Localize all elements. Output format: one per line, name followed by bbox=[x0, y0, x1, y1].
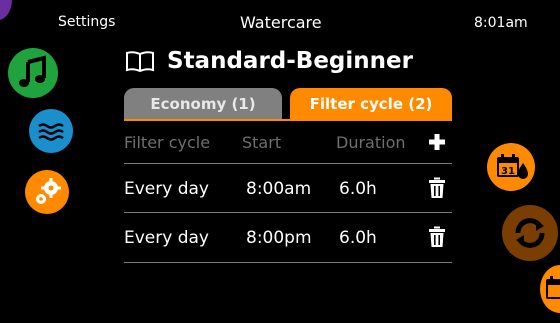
calendar-button[interactable]: 31 bbox=[487, 143, 535, 191]
calendar-drop-icon: 31 bbox=[497, 154, 528, 179]
cycle-button[interactable] bbox=[502, 205, 558, 261]
book-icon bbox=[126, 51, 154, 72]
divider bbox=[124, 163, 452, 164]
add-cycle-button[interactable] bbox=[427, 132, 447, 152]
program-title: Standard-Beginner bbox=[125, 46, 413, 76]
water-waves-icon bbox=[38, 123, 64, 141]
header-start: Start bbox=[242, 133, 282, 152]
tab-filter-cycle[interactable]: Filter cycle (2) bbox=[290, 88, 452, 120]
row-duration: 6.0h bbox=[339, 228, 377, 248]
tab-underline bbox=[124, 119, 452, 121]
header-duration: Duration bbox=[336, 133, 406, 152]
music-button[interactable] bbox=[8, 48, 58, 98]
trash-icon[interactable] bbox=[428, 226, 446, 248]
row-start: 8:00pm bbox=[246, 228, 312, 248]
cycle-arrows-icon bbox=[515, 218, 545, 248]
calendar-partial-icon bbox=[546, 276, 560, 299]
divider bbox=[124, 262, 452, 263]
tab-economy-label: Economy (1) bbox=[150, 95, 256, 113]
row-cycle: Every day bbox=[124, 228, 209, 248]
trash-icon[interactable] bbox=[428, 177, 446, 199]
settings-button[interactable] bbox=[25, 170, 69, 214]
top-bar: Settings Watercare 8:01am bbox=[0, 0, 560, 44]
water-button[interactable] bbox=[29, 109, 73, 153]
watercare-screen: Settings Watercare 8:01am Standard-Begin… bbox=[0, 0, 560, 323]
clock: 8:01am bbox=[474, 15, 528, 31]
row-cycle: Every day bbox=[124, 179, 209, 199]
screen-title: Watercare bbox=[240, 13, 322, 32]
calendar-day: 31 bbox=[501, 166, 515, 177]
music-note-icon bbox=[19, 55, 46, 87]
divider bbox=[124, 212, 452, 213]
tab-economy[interactable]: Economy (1) bbox=[124, 88, 282, 120]
settings-label: Settings bbox=[58, 14, 116, 30]
row-start: 8:00am bbox=[246, 179, 312, 199]
tab-filter-cycle-label: Filter cycle (2) bbox=[309, 95, 433, 113]
program-name: Standard-Beginner bbox=[167, 48, 413, 74]
calendar-partial-button[interactable] bbox=[540, 265, 560, 313]
header-filter-cycle: Filter cycle bbox=[124, 133, 211, 152]
gears-icon bbox=[36, 178, 61, 204]
row-duration: 6.0h bbox=[339, 179, 377, 199]
